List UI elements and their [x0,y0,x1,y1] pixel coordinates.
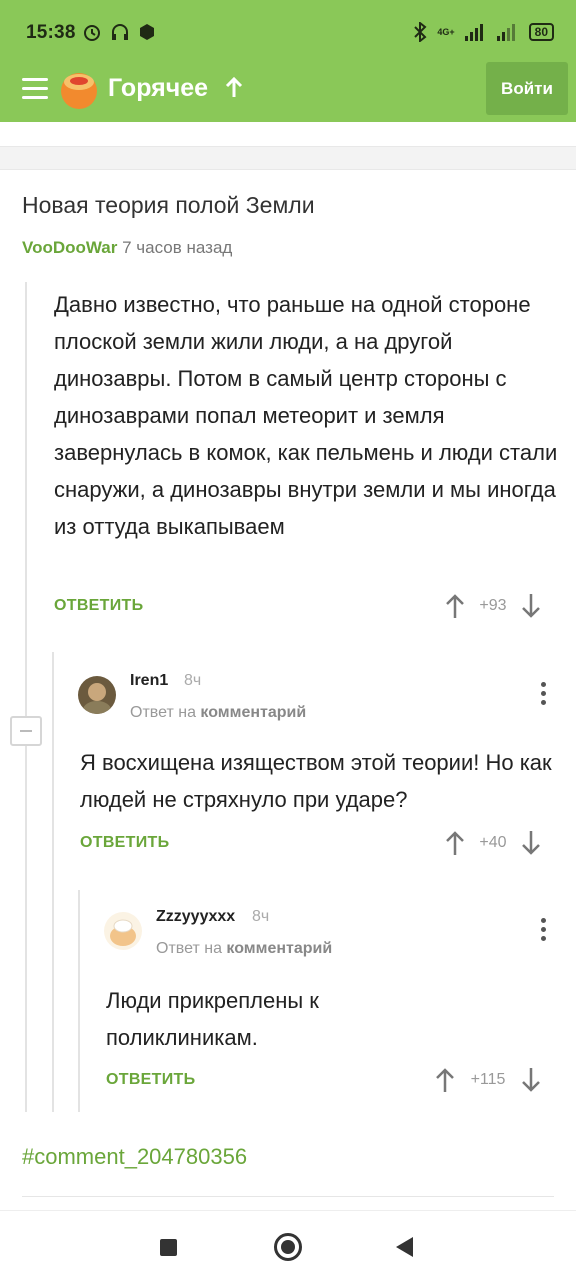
downvote-icon[interactable] [520,830,542,856]
battery-indicator: 80 [528,23,554,41]
reply-to-info: Ответ на комментарий [130,704,306,722]
alarm-icon [84,25,100,41]
status-icons-right: 4G+ 80 [413,22,554,42]
reply-button[interactable]: ОТВЕТИТЬ [54,597,143,615]
thread-line [25,282,27,1112]
post-author[interactable]: VooDooWar [22,238,117,257]
vote-group: +93 [444,593,542,619]
comment-username[interactable]: Iren1 [130,672,168,690]
reply-to-target[interactable]: комментарий [200,704,306,721]
header-title[interactable]: Горячее [108,74,208,103]
vote-count: +40 [479,834,507,851]
avatar[interactable] [78,676,116,714]
section-divider [0,146,576,170]
reply-to-prefix: Ответ на [130,704,196,721]
pikabu-logo-icon[interactable] [58,68,100,110]
post-time: 7 часов назад [122,238,233,257]
comment-text: Давно известно, что раньше на одной стор… [54,292,558,539]
comment-text: Я восхищена изяществом этой теории! Но к… [80,750,552,812]
headphones-icon [112,24,128,40]
status-bar: 15:38 4G+ 80 [0,0,576,62]
signal-icon [464,24,483,41]
comment-time: 8ч [184,672,202,689]
status-time: 15:38 [26,22,76,43]
login-button[interactable]: Войти [486,62,568,115]
post-title[interactable]: Новая теория полой Земли [22,192,315,219]
post-meta: VooDooWar 7 часов назад [22,238,232,258]
reply-button[interactable]: ОТВЕТИТЬ [80,834,169,852]
collapse-icon[interactable] [10,716,42,746]
reply-to-target[interactable]: комментарий [226,940,332,957]
downvote-icon[interactable] [520,1067,542,1093]
upvote-icon[interactable] [444,830,466,856]
reply-to-info: Ответ на комментарий [156,940,332,958]
app-root: 15:38 4G+ 80 Горячее Войти Новая теория … [0,0,576,1280]
thread-line [78,890,80,1112]
comment-time: 8ч [252,908,270,925]
thread-line [52,652,54,1112]
system-nav-bar [0,1210,576,1280]
home-button[interactable] [274,1233,302,1261]
menu-icon[interactable] [22,78,48,102]
arrow-up-icon[interactable] [224,76,244,100]
network-type: 4G+ [437,27,455,37]
upvote-icon[interactable] [434,1067,456,1093]
vote-group: +40 [444,830,542,856]
upvote-icon[interactable] [444,593,466,619]
app-notification-icon [140,24,154,40]
reply-button[interactable]: ОТВЕТИТЬ [106,1071,195,1089]
app-header: Горячее Войти [0,62,576,122]
status-icons-left [82,22,156,42]
recents-button[interactable] [160,1239,177,1256]
comment-text: Люди прикреплены к поликлиникам. [106,988,319,1050]
back-button[interactable] [396,1237,413,1257]
comment-hashtag[interactable]: #comment_204780356 [22,1144,247,1170]
kebab-menu-icon[interactable] [538,682,548,708]
divider [22,1196,554,1197]
downvote-icon[interactable] [520,593,542,619]
vote-count: +93 [479,597,507,614]
signal-2-icon [496,24,515,41]
comment-username[interactable]: Zzzyyyxxx [156,908,235,926]
vote-count: +115 [470,1071,506,1088]
avatar[interactable] [104,912,142,950]
reply-to-prefix: Ответ на [156,940,222,957]
vote-group: +115 [434,1067,542,1093]
kebab-menu-icon[interactable] [538,918,548,944]
bluetooth-icon [414,22,427,42]
